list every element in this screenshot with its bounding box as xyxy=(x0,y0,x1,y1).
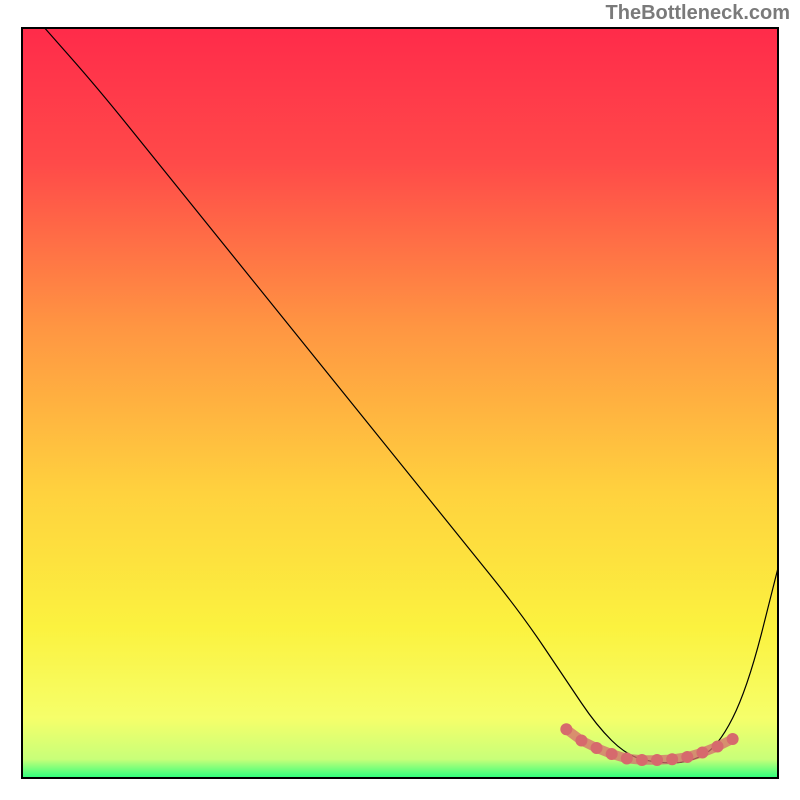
chart-container: TheBottleneck.com xyxy=(0,0,800,800)
watermark-text: TheBottleneck.com xyxy=(606,2,790,25)
chart-background xyxy=(22,28,778,778)
plot-area xyxy=(22,28,778,778)
optimal-zone-segment xyxy=(718,739,733,747)
chart-svg xyxy=(0,0,800,800)
